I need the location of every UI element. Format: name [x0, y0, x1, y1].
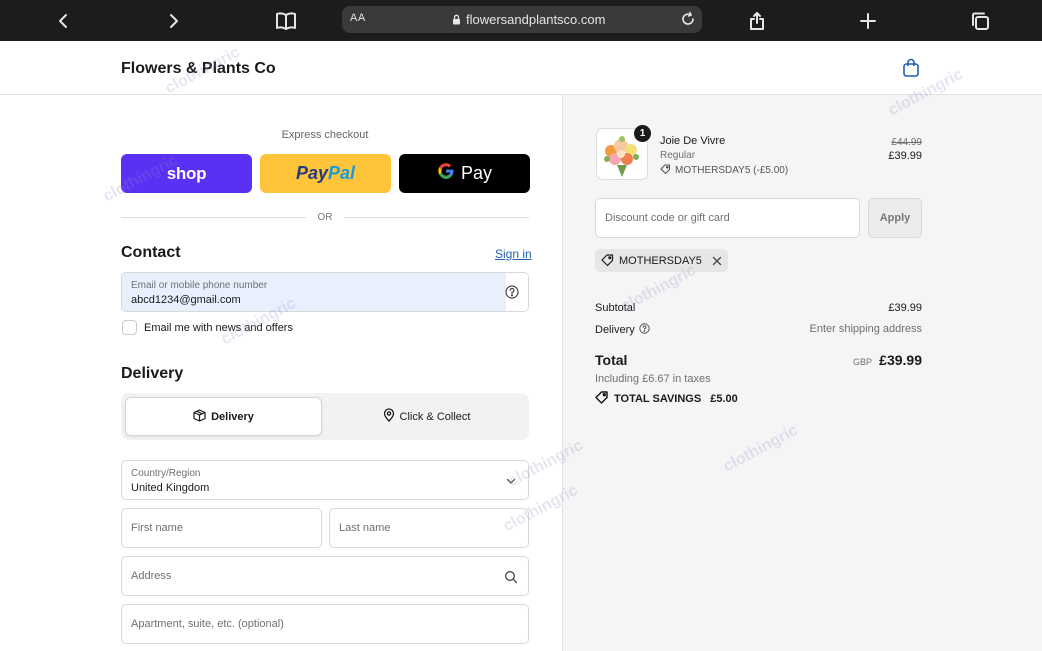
bookmarks-icon[interactable]	[266, 0, 306, 41]
email-field-value[interactable]: abcd1234@gmail.com	[131, 294, 241, 306]
tabs-overview-icon[interactable]	[960, 0, 1000, 41]
tag-icon	[595, 390, 609, 407]
delivery-method-toggle: Delivery Click & Collect	[121, 393, 529, 440]
product-discount-label: MOTHERSDAY5 (-£5.00)	[675, 164, 789, 176]
paypal-label-part1: Pay	[295, 163, 328, 183]
new-tab-icon[interactable]	[848, 0, 888, 41]
total-savings-label: TOTAL SAVINGS	[614, 392, 702, 405]
address-placeholder: Address	[131, 570, 172, 582]
or-divider-label: OR	[317, 212, 333, 223]
google-pay-button[interactable]: Pay	[399, 154, 530, 193]
help-circle-icon[interactable]	[505, 285, 519, 304]
product-original-price: £44.99	[891, 137, 922, 148]
tag-icon	[660, 163, 671, 177]
lock-icon	[453, 14, 460, 25]
address-field[interactable]: Address	[121, 556, 529, 596]
apply-discount-button[interactable]: Apply	[868, 198, 922, 238]
delivery-option-ship[interactable]: Delivery	[125, 397, 322, 436]
delivery-row-label: Delivery	[595, 323, 650, 337]
paypal-button[interactable]: Pay Pal	[260, 154, 391, 193]
country-label: Country/Region	[131, 468, 201, 479]
quantity-badge: 1	[634, 125, 651, 142]
news-offers-checkbox[interactable]	[122, 320, 137, 335]
country-select[interactable]: Country/Region United Kingdom	[121, 460, 529, 500]
total-currency: GBP	[852, 357, 872, 367]
search-icon[interactable]	[504, 570, 518, 589]
info-circle-icon[interactable]	[639, 323, 650, 337]
sign-in-link[interactable]: Sign in	[495, 247, 532, 261]
shopping-bag-icon[interactable]	[902, 58, 920, 83]
google-pay-label: Pay	[460, 163, 493, 183]
reader-aa-button[interactable]: AA	[350, 12, 366, 24]
discount-code-input[interactable]	[595, 198, 860, 238]
or-divider-right	[344, 217, 529, 218]
product-discount: MOTHERSDAY5 (-£5.00)	[660, 163, 788, 177]
reload-icon[interactable]	[680, 11, 696, 32]
back-icon[interactable]	[43, 0, 83, 41]
url-label: flowersandplantsco.com	[466, 12, 606, 27]
chevron-down-icon	[504, 474, 518, 493]
product-price: £39.99	[888, 150, 922, 162]
subtotal-label: Subtotal	[595, 302, 636, 314]
forward-icon[interactable]	[154, 0, 194, 41]
express-checkout-label: Express checkout	[281, 129, 369, 141]
tag-icon	[601, 253, 614, 269]
applied-discount-code: MOTHERSDAY5	[619, 254, 702, 267]
package-icon	[193, 408, 206, 425]
delivery-option-ship-label: Delivery	[211, 410, 254, 423]
total-savings: TOTAL SAVINGS £5.00	[595, 390, 738, 407]
news-offers-label[interactable]: Email me with news and offers	[144, 322, 293, 334]
contact-title: Contact	[121, 244, 181, 261]
first-name-placeholder: First name	[131, 522, 183, 534]
applied-discount-chip: MOTHERSDAY5	[595, 249, 728, 272]
delivery-option-collect-label: Click & Collect	[399, 410, 471, 423]
store-brand[interactable]: Flowers & Plants Co	[121, 60, 276, 78]
shop-pay-label: shop	[166, 163, 207, 183]
delivery-summary-value: Enter shipping address	[809, 323, 922, 335]
product-name: Joie De Vivre	[660, 135, 726, 147]
delivery-summary-label: Delivery	[595, 324, 635, 336]
delivery-title: Delivery	[121, 365, 184, 382]
total-savings-value: £5.00	[710, 392, 738, 405]
or-divider-left	[121, 217, 306, 218]
first-name-field[interactable]: First name	[121, 508, 322, 548]
total-value: £39.99	[879, 352, 922, 368]
remove-discount-icon[interactable]	[712, 256, 722, 266]
subtotal-value: £39.99	[888, 302, 922, 314]
url-text[interactable]: flowersandplantsco.com	[452, 12, 605, 27]
store-header: Flowers & Plants Co	[0, 41, 1042, 95]
email-field-label: Email or mobile phone number	[131, 280, 268, 291]
last-name-placeholder: Last name	[339, 522, 391, 534]
share-icon[interactable]	[737, 0, 777, 41]
country-value: United Kingdom	[131, 482, 210, 494]
apartment-field[interactable]: Apartment, suite, etc. (optional)	[121, 604, 529, 644]
taxes-note: Including £6.67 in taxes	[595, 373, 711, 385]
address-bar[interactable]: AA flowersandplantsco.com	[342, 6, 702, 33]
location-pin-icon	[383, 408, 395, 425]
google-g-icon	[437, 162, 455, 185]
apartment-placeholder: Apartment, suite, etc. (optional)	[131, 618, 284, 630]
total-label: Total	[595, 352, 628, 368]
email-field[interactable]: Email or mobile phone number abcd1234@gm…	[121, 272, 529, 312]
shop-pay-button[interactable]: shop	[121, 154, 252, 193]
browser-toolbar: AA flowersandplantsco.com	[0, 0, 1042, 41]
paypal-label-part2: Pal	[328, 163, 356, 183]
delivery-option-collect[interactable]: Click & Collect	[328, 397, 525, 436]
last-name-field[interactable]: Last name	[329, 508, 529, 548]
product-variant: Regular	[660, 150, 696, 161]
